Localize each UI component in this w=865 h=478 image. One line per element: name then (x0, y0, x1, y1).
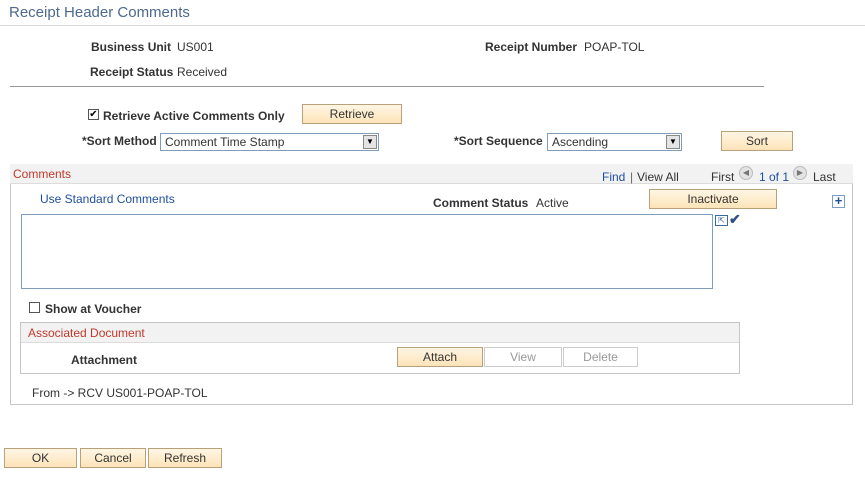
first-label: First (711, 170, 735, 184)
chevron-down-icon[interactable]: ▼ (666, 135, 680, 149)
retrieve-active-label: Retrieve Active Comments Only (103, 109, 285, 123)
view-button[interactable]: View (484, 347, 562, 367)
sort-sequence-value: Ascending (552, 135, 609, 149)
comment-status-label: Comment Status (433, 196, 529, 210)
comments-section-title: Comments (13, 167, 72, 181)
delete-button[interactable]: Delete (563, 347, 638, 367)
next-arrow-icon[interactable]: ▶ (793, 166, 807, 180)
sort-method-label: *Sort Method (82, 134, 157, 148)
link-separator: | (630, 170, 634, 184)
previous-arrow-icon[interactable]: ◀ (739, 166, 753, 180)
retrieve-active-checkbox[interactable]: ✔ (88, 109, 99, 120)
business-unit-value: US001 (177, 40, 214, 54)
attachment-label: Attachment (71, 353, 138, 367)
refresh-button[interactable]: Refresh (148, 448, 222, 468)
page-title: Receipt Header Comments (9, 4, 190, 21)
comment-textarea[interactable] (21, 214, 713, 289)
comment-status-value: Active (536, 196, 569, 210)
associated-document-title: Associated Document (28, 326, 145, 340)
inactivate-button[interactable]: Inactivate (649, 189, 777, 209)
view-all-link[interactable]: View All (637, 170, 679, 184)
receipt-status-value: Received (177, 65, 228, 79)
sort-sequence-select[interactable]: Ascending ▼ (547, 133, 682, 151)
show-at-voucher-checkbox[interactable] (29, 302, 40, 313)
last-label: Last (813, 170, 836, 184)
use-standard-comments-link[interactable]: Use Standard Comments (40, 192, 175, 206)
cancel-button[interactable]: Cancel (80, 448, 146, 468)
sort-sequence-label: *Sort Sequence (454, 134, 543, 148)
show-at-voucher-label: Show at Voucher (45, 302, 142, 316)
spellcheck-icon[interactable]: ✔ (729, 211, 741, 228)
business-unit-label: Business Unit (91, 40, 172, 54)
receipt-status-label: Receipt Status (90, 65, 174, 79)
receipt-number-value: POAP-TOL (584, 40, 645, 54)
sort-method-value: Comment Time Stamp (165, 135, 285, 149)
title-divider (0, 25, 865, 26)
pager-text: 1 of 1 (759, 170, 790, 184)
sort-button[interactable]: Sort (721, 131, 793, 151)
receipt-number-label: Receipt Number (485, 40, 578, 54)
sort-method-select[interactable]: Comment Time Stamp ▼ (160, 133, 379, 151)
expand-text-icon[interactable]: ⇱ (715, 215, 728, 226)
add-row-icon[interactable]: + (832, 194, 845, 208)
ok-button[interactable]: OK (4, 448, 77, 468)
attach-button[interactable]: Attach (397, 347, 483, 367)
find-link[interactable]: Find (602, 170, 625, 184)
header-divider (10, 86, 764, 87)
chevron-down-icon[interactable]: ▼ (363, 135, 377, 149)
from-reference-text: From -> RCV US001-POAP-TOL (32, 386, 208, 400)
retrieve-button[interactable]: Retrieve (302, 104, 402, 124)
